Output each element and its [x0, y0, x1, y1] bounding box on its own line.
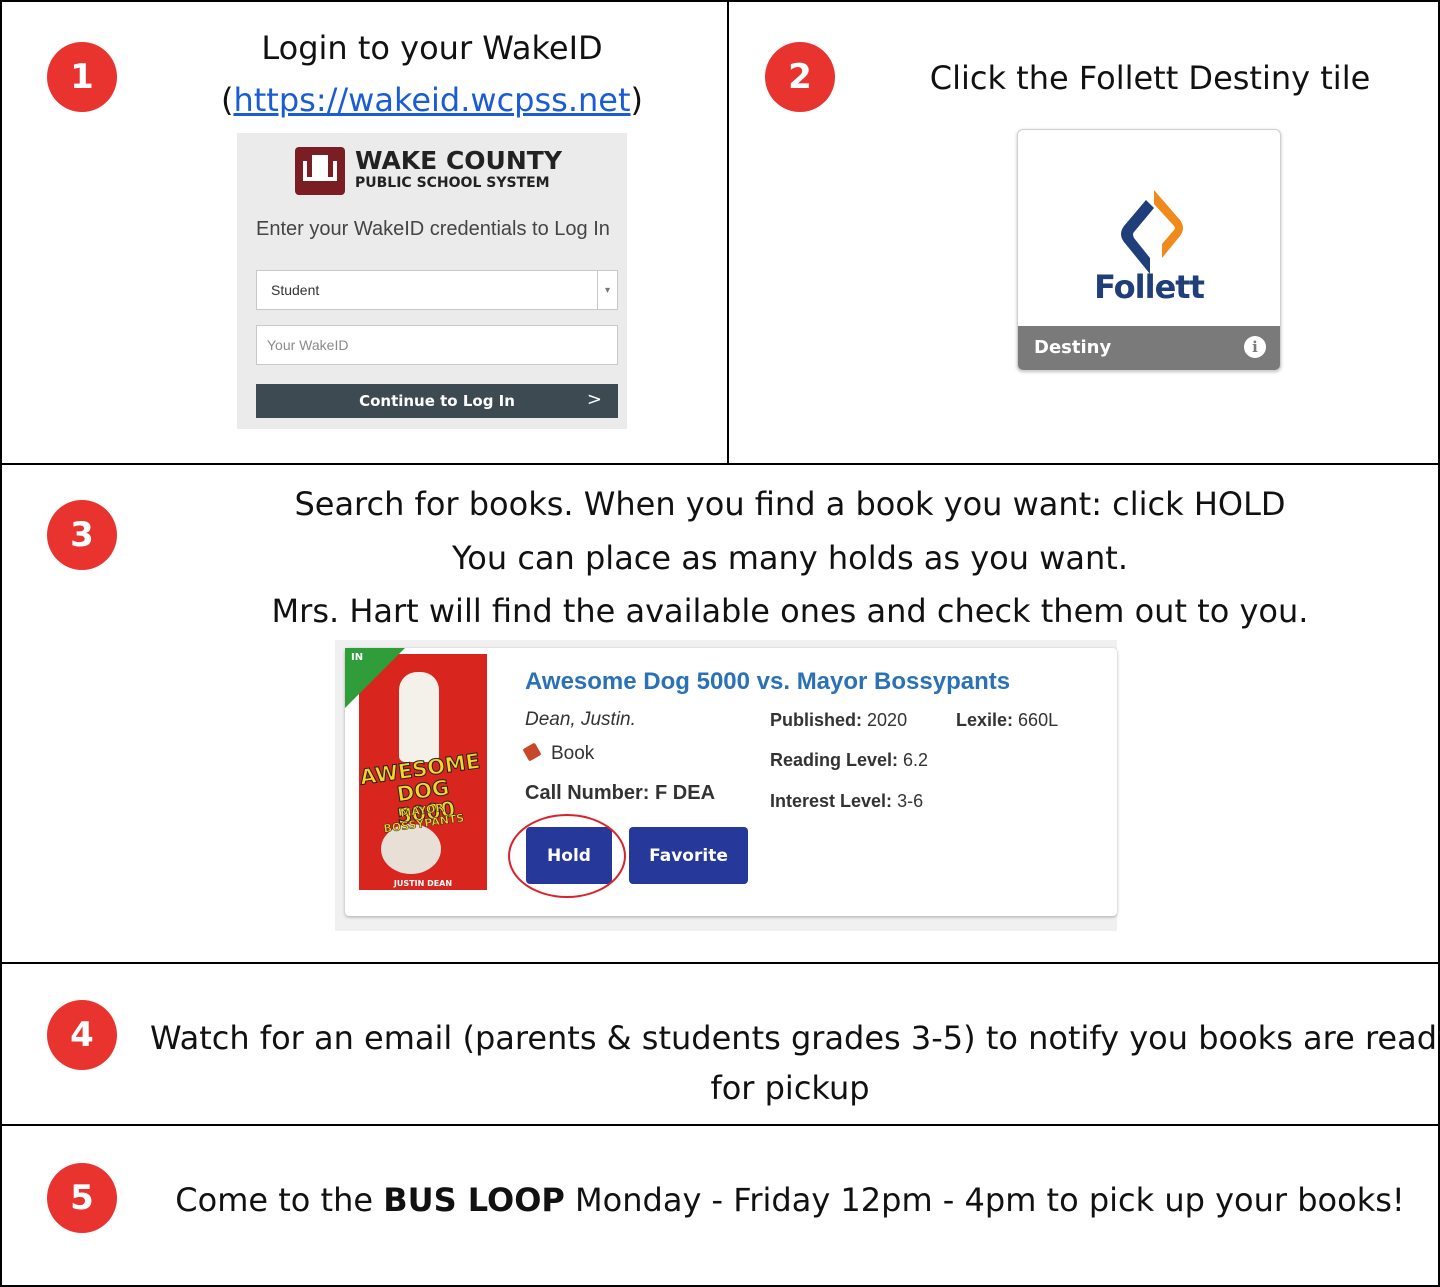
org-subtitle: PUBLIC SCHOOL SYSTEM: [355, 175, 550, 191]
step-1-link-line: (https://wakeid.wcpss.net): [220, 81, 643, 119]
tile-name: Destiny: [1034, 337, 1112, 358]
step-5-badge: 5: [47, 1163, 117, 1233]
step-4-badge: 4: [47, 1000, 117, 1070]
wakeid-login-screenshot: WAKE COUNTY PUBLIC SCHOOL SYSTEM Enter y…: [237, 133, 627, 429]
row-divider: [0, 1124, 1440, 1126]
book-card: AWESOME DOG 5000 MAYOR BOSSYPANTS JUSTIN …: [345, 648, 1117, 916]
tile-footer: Destiny i: [1018, 326, 1280, 370]
continue-label: Continue to Log In: [359, 392, 515, 410]
book-title-link[interactable]: Awesome Dog 5000 vs. Mayor Bossypants: [525, 668, 1010, 696]
org-name: WAKE COUNTY: [355, 146, 562, 175]
book-author[interactable]: Dean, Justin.: [525, 709, 636, 731]
published: Published: 2020: [770, 710, 908, 730]
follett-destiny-tile[interactable]: Follett Destiny i: [1017, 129, 1281, 371]
step-2-heading: Click the Follett Destiny tile: [929, 59, 1371, 97]
tile-brand: Follett: [1094, 268, 1205, 306]
column-divider: [727, 0, 729, 464]
step-3-badge: 3: [47, 500, 117, 570]
chevron-down-icon: ▾: [597, 271, 617, 309]
step-4-line-2: for pickup: [710, 1069, 870, 1107]
continue-to-login-button[interactable]: Continue to Log In >: [256, 384, 618, 418]
reading-level: Reading Level: 6.2: [770, 750, 929, 770]
step-3-line-3: Mrs. Hart will find the available ones a…: [271, 592, 1309, 630]
availability-status: IN: [351, 652, 364, 663]
step-5-text: Come to the BUS LOOP Monday - Friday 12p…: [175, 1181, 1405, 1219]
lexile: Lexile: 660L: [956, 710, 1059, 730]
step-1-badge: 1: [47, 42, 117, 112]
wakeid-link[interactable]: https://wakeid.wcpss.net: [233, 81, 630, 119]
step-4-line-1: Watch for an email (parents & students g…: [150, 1019, 1440, 1057]
book-icon: [522, 742, 542, 762]
cover-dog-illustration: [399, 672, 439, 762]
row-divider: [0, 962, 1440, 964]
step-3-line-1: Search for books. When you find a book y…: [294, 485, 1286, 523]
row-divider: [0, 463, 1440, 465]
hold-highlight-circle: [508, 814, 626, 898]
cover-author: JUSTIN DEAN: [393, 879, 453, 888]
favorite-button[interactable]: Favorite: [629, 827, 748, 884]
step-2-badge: 2: [765, 42, 835, 112]
book-format: Book: [522, 742, 594, 765]
info-icon[interactable]: i: [1244, 336, 1266, 358]
step-3-line-2: You can place as many holds as you want.: [452, 539, 1128, 577]
interest-level: Interest Level: 3-6: [770, 791, 924, 811]
bus-loop-label: BUS LOOP: [383, 1181, 565, 1219]
role-select[interactable]: Student ▾: [256, 270, 618, 310]
login-prompt: Enter your WakeID credentials to Log In: [256, 218, 610, 240]
call-number: Call Number: F DEA: [525, 782, 716, 804]
step-1-heading: Login to your WakeID: [261, 29, 603, 67]
book-result-screenshot: AWESOME DOG 5000 MAYOR BOSSYPANTS JUSTIN …: [335, 640, 1117, 931]
role-select-value: Student: [271, 282, 320, 298]
chevron-right-icon: >: [586, 389, 602, 410]
wcpss-logo-icon: [295, 147, 345, 195]
wakeid-input[interactable]: [256, 325, 618, 365]
